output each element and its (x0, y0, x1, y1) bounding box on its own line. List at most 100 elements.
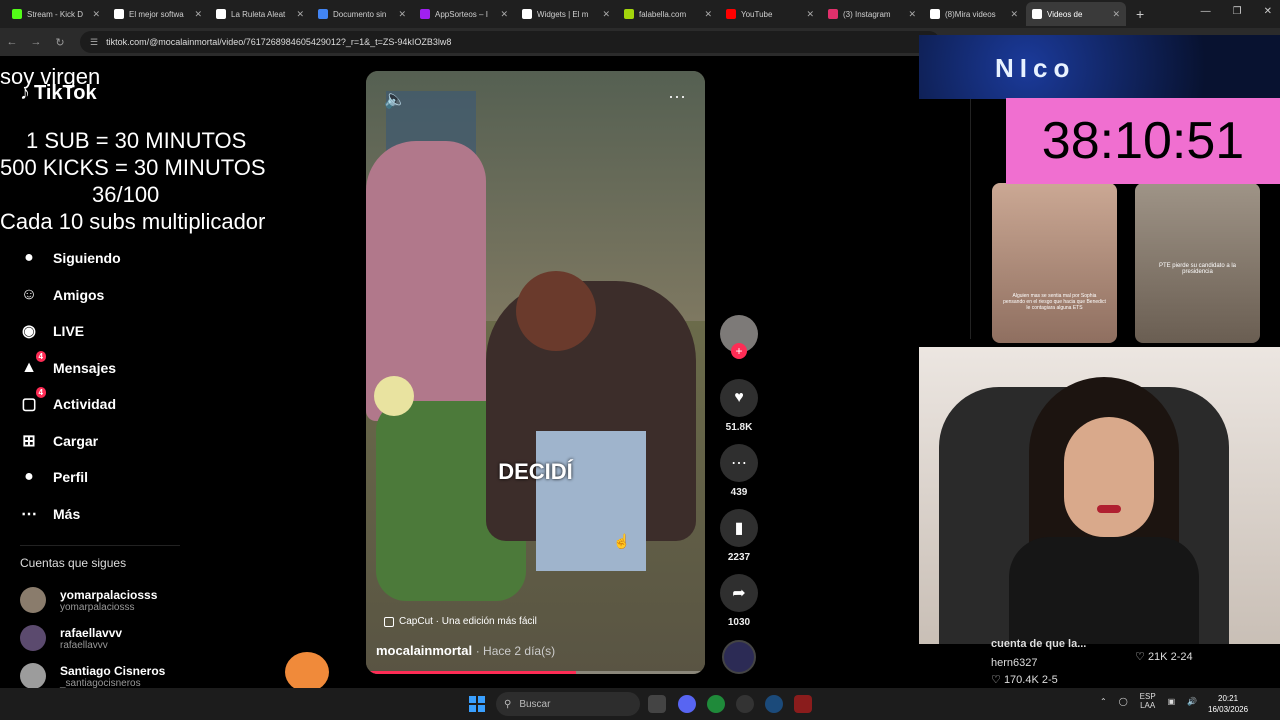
browser-tab[interactable]: YouTube ✕ (720, 2, 820, 26)
close-tab-icon[interactable]: ✕ (500, 9, 508, 20)
streamer-name: NIco (995, 53, 1076, 83)
comment-user[interactable]: hern6327 (991, 657, 1038, 669)
live-icon: ◉ (22, 323, 36, 341)
minimize-icon[interactable]: — (1201, 6, 1211, 17)
windows-taskbar: ⚲ Buscar ⌃ ◯ ESP LAA ▣ 🔊 20:21 16/03/202… (0, 688, 1280, 720)
reload-icon[interactable]: ↻ (48, 36, 72, 49)
sidebar-item-perfil[interactable]: ● Perfil (18, 459, 218, 496)
browser-tab[interactable]: La Ruleta Aleat ✕ (210, 2, 310, 26)
steam-icon[interactable] (765, 695, 783, 713)
messages-icon: ▲ 4 (18, 350, 46, 379)
chrome-icon[interactable] (707, 695, 725, 713)
heart-icon[interactable]: ♥ (720, 379, 758, 417)
browser-tab[interactable]: (3) Instagram ✕ (822, 2, 922, 26)
network-icon[interactable]: ▣ (1168, 697, 1176, 706)
close-tab-icon[interactable]: ✕ (194, 9, 202, 20)
close-tab-icon[interactable]: ✕ (398, 9, 406, 20)
account-handle: yomarpalaciosss (60, 601, 135, 613)
language-indicator[interactable]: ESP LAA (1140, 692, 1156, 710)
following-account[interactable]: Santiago Cisneros _santiagocisneros (20, 663, 165, 689)
volume-icon[interactable]: 🔈 (384, 89, 406, 110)
mascot-image (285, 652, 329, 692)
tab-title: Documento sin (333, 9, 387, 19)
sidebar-item-label: Siguiendo (53, 250, 121, 267)
sidebar-item-mensajes[interactable]: ▲ 4 Mensajes (18, 350, 218, 387)
tab-favicon-icon (828, 9, 838, 19)
sidebar-item-live[interactable]: ◉ LIVE (18, 313, 218, 350)
sidebar-item-ms[interactable]: ⋯ Más (18, 496, 218, 533)
close-tab-icon[interactable]: ✕ (1112, 9, 1120, 20)
recommended-video-thumb[interactable]: Alguien mas se sentia mal por Sophia pen… (992, 183, 1117, 343)
notification-badge: 4 (35, 387, 46, 399)
tiktok-logo[interactable]: ♪ TikTok (20, 82, 97, 105)
share-icon[interactable]: ➦ (720, 574, 758, 612)
browser-tab-bar: Stream - Kick D ✕ El mejor softwa ✕ La Rulet… (0, 0, 1280, 28)
close-tab-icon[interactable]: ✕ (704, 9, 712, 20)
more-options-icon[interactable]: ⋯ (668, 87, 687, 108)
microphone-icon[interactable]: ◯ (1119, 697, 1128, 706)
browser-tab[interactable]: Documento sin ✕ (312, 2, 412, 26)
tab-title: falabella.com (639, 9, 687, 19)
browser-tab[interactable]: Videos de ✕ (1026, 2, 1126, 26)
close-tab-icon[interactable]: ✕ (92, 9, 100, 20)
windows-start-icon[interactable] (469, 696, 485, 712)
clock-time: 20:21 (1218, 694, 1239, 703)
close-tab-icon[interactable]: ✕ (296, 9, 304, 20)
close-tab-icon[interactable]: ✕ (602, 9, 610, 20)
tab-title: YouTube (741, 9, 773, 19)
right-column-divider (970, 99, 971, 339)
url-text: tiktok.com/@mocalainmortal/video/7617268… (106, 37, 452, 47)
tab-favicon-icon (12, 9, 22, 19)
sidebar-item-amigos[interactable]: ☺ Amigos (18, 277, 218, 314)
like-action[interactable]: ♥ 51.8K (718, 379, 760, 433)
sidebar-item-actividad[interactable]: ▢ 4 Actividad (18, 386, 218, 423)
video-progress-bar[interactable] (366, 671, 705, 674)
likes-b: 21K (1147, 651, 1168, 663)
chevron-up-icon[interactable]: ⌃ (1100, 697, 1107, 706)
discord-icon[interactable] (678, 695, 696, 713)
recommended-video-thumb[interactable]: PTE pierde su candidato a la presidencia (1135, 183, 1260, 343)
video-player[interactable]: 🔈 ⋯ DECIDÍ CapCut · Una edición más fáci… (366, 71, 705, 674)
taskbar-clock[interactable]: 20:21 16/03/2026 (1208, 693, 1248, 715)
comment-icon[interactable]: ⋯ (720, 444, 758, 482)
keyboard-layout: LAA (1140, 701, 1156, 710)
forward-icon[interactable]: → (24, 36, 48, 48)
follow-plus-icon[interactable]: + (731, 343, 747, 359)
sidebar-item-siguiendo[interactable]: ● Siguiendo (18, 240, 218, 277)
capcut-text: CapCut · Una edición más fácil (399, 616, 537, 627)
new-tab-icon[interactable]: + (1136, 6, 1144, 22)
obs-icon[interactable] (736, 695, 754, 713)
task-view-icon[interactable] (648, 695, 666, 713)
comment-action[interactable]: ⋯ 439 (718, 444, 760, 498)
browser-tab[interactable]: AppSorteos – I ✕ (414, 2, 514, 26)
activity-icon: ▢ 4 (18, 387, 46, 415)
following-account[interactable]: rafaellavvv rafaellavvv (20, 625, 122, 651)
browser-tab[interactable]: Stream - Kick D ✕ (6, 2, 106, 26)
url-field[interactable]: ☰ tiktok.com/@mocalainmortal/video/76172… (80, 31, 940, 53)
save-action[interactable]: ▮ 2237 (718, 509, 760, 563)
browser-tab[interactable]: El mejor softwa ✕ (108, 2, 208, 26)
music-disc[interactable] (718, 640, 760, 674)
browser-tab[interactable]: (8)Mira videos ✕ (924, 2, 1024, 26)
maximize-icon[interactable]: ❐ (1233, 6, 1242, 17)
creator-avatar-button[interactable]: + (718, 315, 760, 359)
close-tab-icon[interactable]: ✕ (1010, 9, 1018, 20)
site-info-icon[interactable]: ☰ (90, 37, 98, 48)
back-icon[interactable]: ← (0, 36, 24, 48)
video-author[interactable]: mocalainmortal (376, 643, 472, 658)
browser-tab[interactable]: Widgets | El m ✕ (516, 2, 616, 26)
tab-title: El mejor softwa (129, 9, 184, 19)
sidebar-item-cargar[interactable]: ⊞ Cargar (18, 423, 218, 460)
close-tab-icon[interactable]: ✕ (908, 9, 916, 20)
bookmark-icon[interactable]: ▮ (720, 509, 758, 547)
share-action[interactable]: ➦ 1030 (718, 574, 760, 628)
close-window-icon[interactable]: ✕ (1264, 6, 1272, 17)
following-account[interactable]: yomarpalaciosss yomarpalaciosss (20, 587, 157, 613)
tab-favicon-icon (522, 9, 532, 19)
taskbar-search[interactable]: ⚲ Buscar (496, 692, 640, 716)
capcut-link[interactable]: CapCut · Una edición más fácil (384, 616, 537, 627)
browser-tab[interactable]: falabella.com ✕ (618, 2, 718, 26)
volume-tray-icon[interactable]: 🔊 (1187, 697, 1197, 706)
app-icon[interactable] (794, 695, 812, 713)
close-tab-icon[interactable]: ✕ (806, 9, 814, 20)
